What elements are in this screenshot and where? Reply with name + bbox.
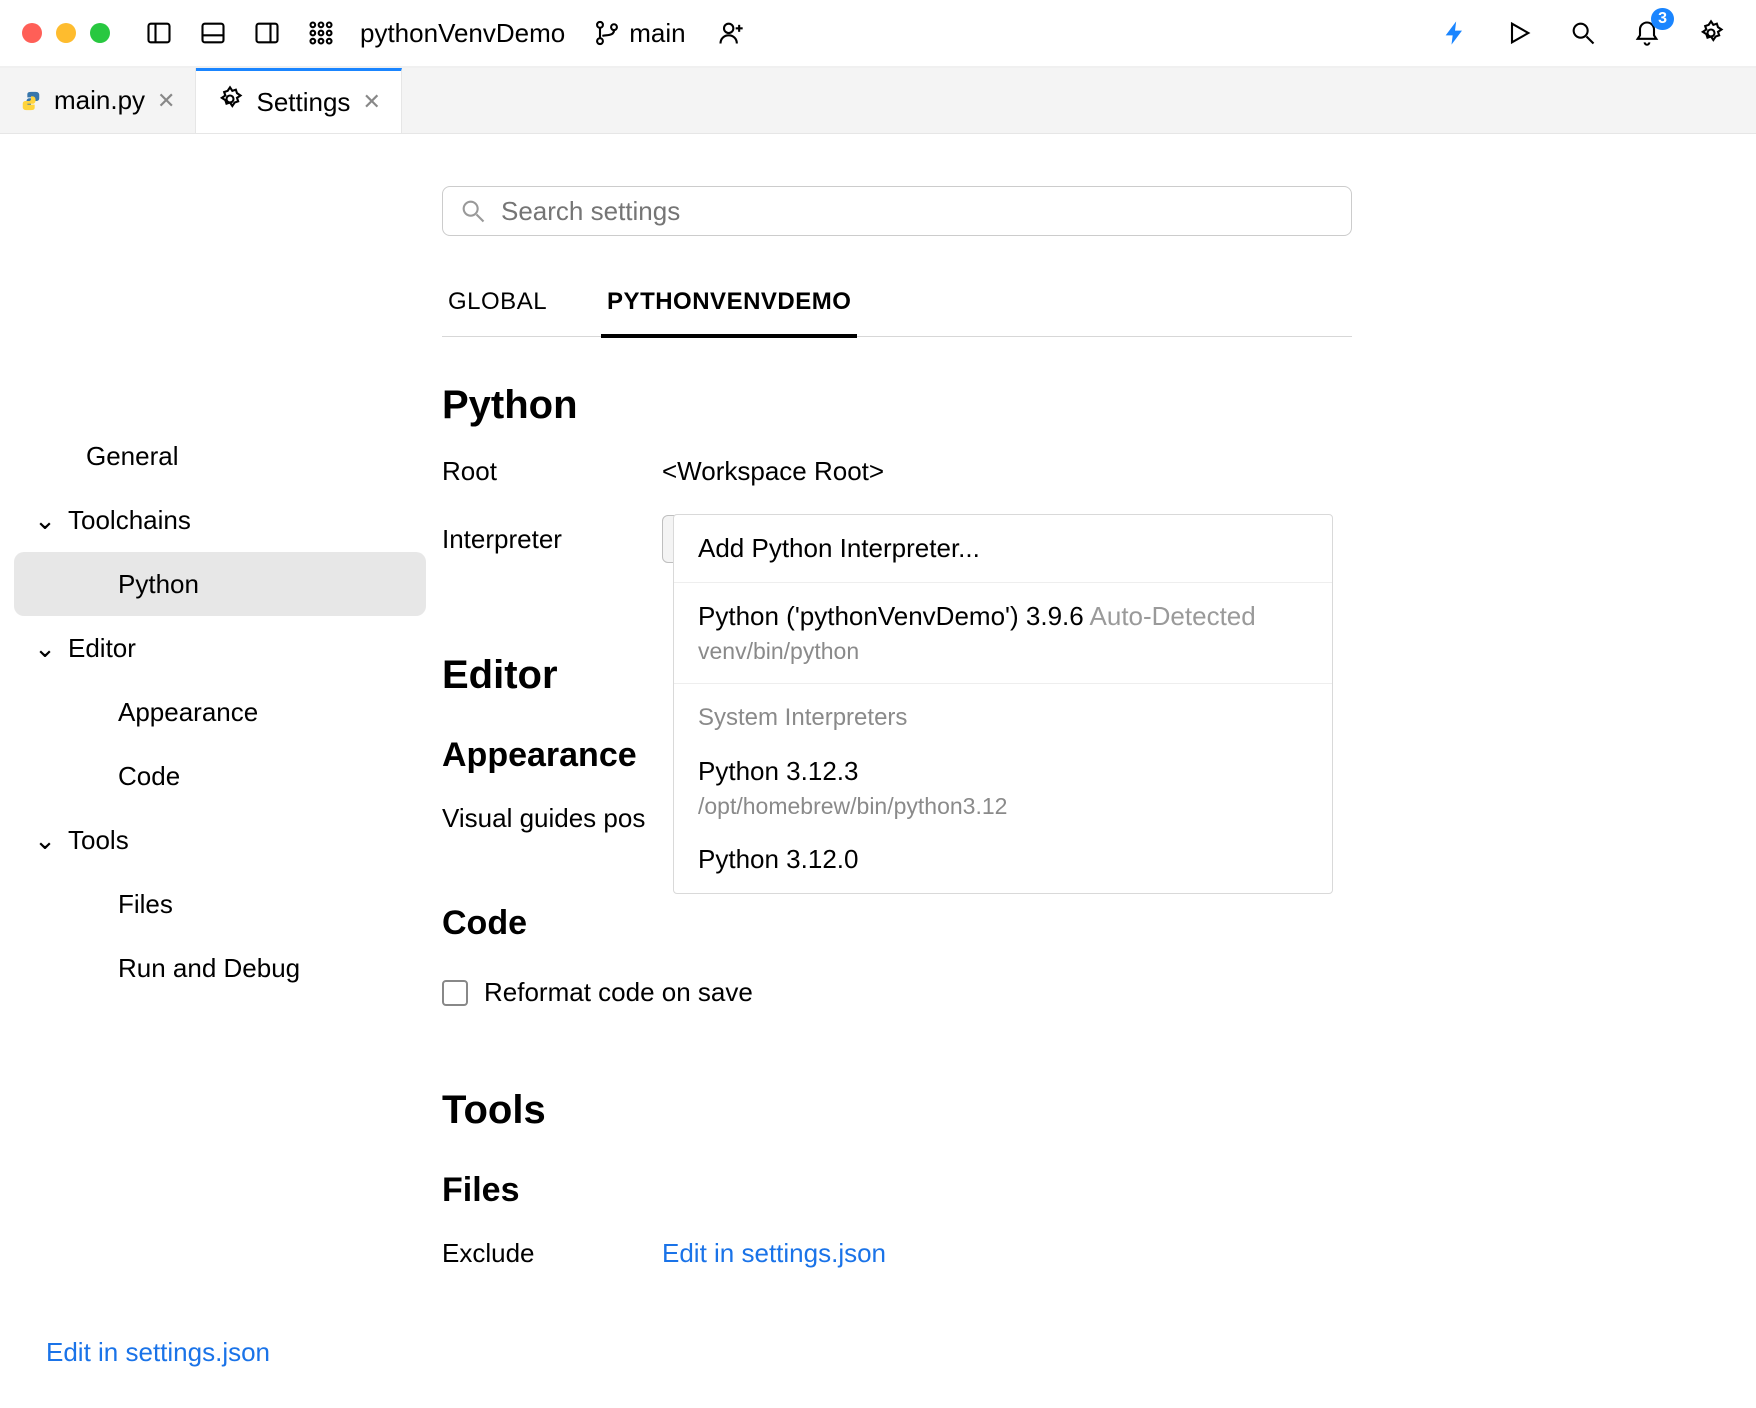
titlebar-right: 3 [1434,12,1742,54]
run-icon[interactable] [1498,12,1540,54]
dd-system-header: System Interpreters [674,684,1332,738]
python-root-label: Root [442,456,662,487]
window-controls [22,23,110,43]
search-settings[interactable] [442,186,1352,236]
tab-settings-label: Settings [256,87,350,118]
section-python-heading: Python [442,383,1352,428]
search-icon[interactable] [1562,12,1604,54]
reformat-on-save-checkbox[interactable] [442,980,468,1006]
chevron-down-icon: ⌄ [32,633,58,664]
section-code-heading: Code [442,904,1352,943]
dd-system-interpreter-2[interactable]: Python 3.12.0 [674,838,1332,893]
section-files-heading: Files [442,1171,1352,1210]
settings-main: GLOBAL PYTHONVENVDEMO Python Root <Works… [440,134,1756,1408]
add-collaborator-icon[interactable] [710,12,752,54]
ai-bolt-icon[interactable] [1434,12,1476,54]
tab-settings-close-icon[interactable]: ✕ [362,89,380,115]
interpreter-dropdown: Add Python Interpreter... Python ('pytho… [673,514,1333,894]
tab-file-label: main.py [54,85,145,116]
sidebar-item-python[interactable]: Python [14,552,426,616]
panel-right-icon[interactable] [246,12,288,54]
dd-detected-path: venv/bin/python [698,638,1308,665]
branch-name: main [629,18,685,49]
sidebar-item-appearance[interactable]: Appearance [14,680,426,744]
sidebar-item-files[interactable]: Files [14,872,426,936]
sidebar-item-editor[interactable]: ⌄ Editor [14,616,426,680]
dd-system-interpreter-1[interactable]: Python 3.12.3 /opt/homebrew/bin/python3.… [674,738,1332,838]
notifications-badge: 3 [1651,8,1674,30]
editor-tabstrip: main.py ✕ Settings ✕ [0,68,1756,134]
sidebar-item-code[interactable]: Code [14,744,426,808]
scope-tabs: GLOBAL PYTHONVENVDEMO [442,276,1352,337]
exclude-label: Exclude [442,1238,662,1269]
dd-auto-detected-badge: Auto-Detected [1090,601,1256,631]
dd-system-1-path: /opt/homebrew/bin/python3.12 [698,793,1308,820]
titlebar: pythonVenvDemo main 3 [0,0,1756,68]
section-tools-heading: Tools [442,1088,1352,1133]
scope-tab-global[interactable]: GLOBAL [442,276,553,336]
edit-settings-json-link[interactable]: Edit in settings.json [46,1337,426,1368]
panel-left-icon[interactable] [138,12,180,54]
window-zoom-dot[interactable] [90,23,110,43]
tab-settings[interactable]: Settings ✕ [196,68,401,133]
tab-file-close-icon[interactable]: ✕ [157,88,175,114]
window-minimize-dot[interactable] [56,23,76,43]
reformat-on-save-label: Reformat code on save [484,977,753,1008]
dd-detected-interpreter[interactable]: Python ('pythonVenvDemo') 3.9.6 Auto-Det… [674,583,1332,684]
settings-tab-icon [216,85,244,120]
sidebar-item-rundebug[interactable]: Run and Debug [14,936,426,1000]
project-name[interactable]: pythonVenvDemo [360,18,565,49]
visual-guides-label: Visual guides pos [442,803,645,834]
exclude-edit-link[interactable]: Edit in settings.json [662,1238,886,1268]
python-root-value: <Workspace Root> [662,456,1352,487]
chevron-down-icon: ⌄ [32,825,58,856]
scope-tab-project[interactable]: PYTHONVENVDEMO [601,276,857,338]
panel-bottom-icon[interactable] [192,12,234,54]
apps-grid-icon[interactable] [300,12,342,54]
sidebar-item-toolchains[interactable]: ⌄ Toolchains [14,488,426,552]
window-close-dot[interactable] [22,23,42,43]
tab-file[interactable]: main.py ✕ [0,68,196,133]
settings-sidebar: General ⌄ Toolchains Python ⌄ Editor App… [0,134,440,1408]
dd-add-interpreter[interactable]: Add Python Interpreter... [674,515,1332,583]
search-settings-input[interactable] [501,196,1335,227]
reformat-on-save-row[interactable]: Reformat code on save [442,977,1352,1008]
python-interpreter-label: Interpreter [442,524,662,555]
settings-gear-icon[interactable] [1690,12,1732,54]
git-branch[interactable]: main [593,18,685,49]
sidebar-item-tools[interactable]: ⌄ Tools [14,808,426,872]
python-file-icon [20,90,42,112]
notifications-icon[interactable]: 3 [1626,12,1668,54]
chevron-down-icon: ⌄ [32,505,58,536]
sidebar-item-general[interactable]: General [14,424,426,488]
